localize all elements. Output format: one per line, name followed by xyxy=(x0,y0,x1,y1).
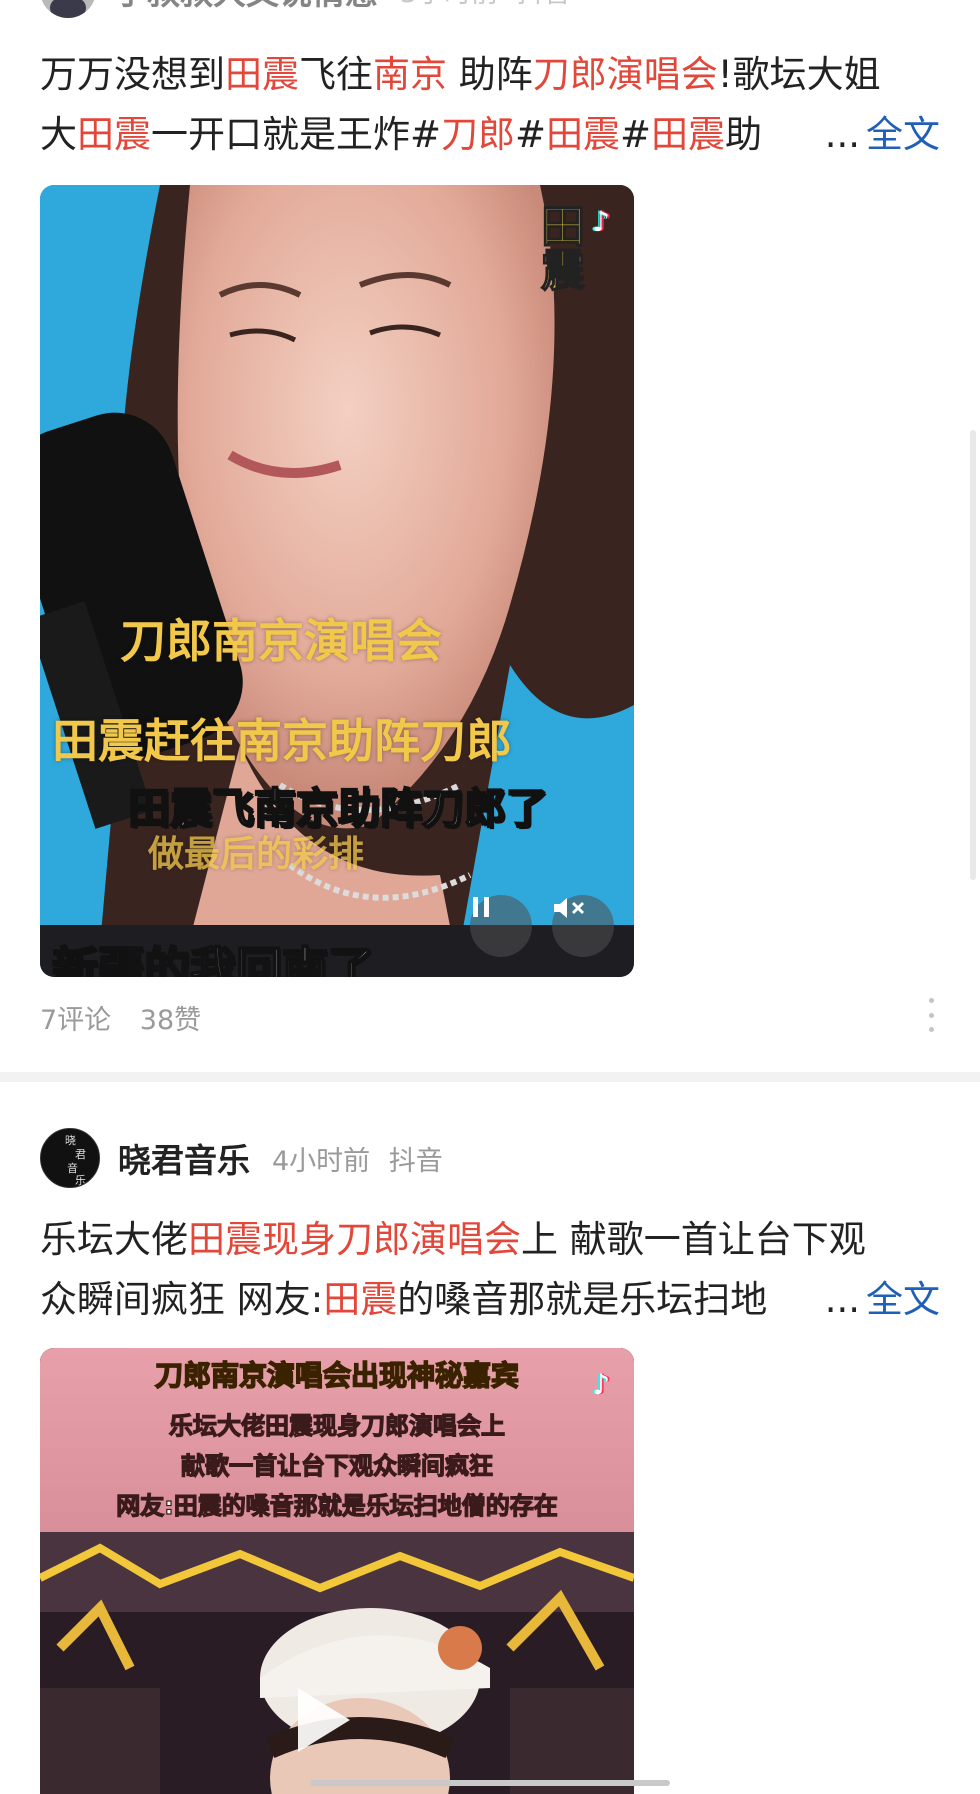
pause-button[interactable] xyxy=(470,895,532,957)
tiktok-logo-icon: ♪ xyxy=(592,205,610,238)
author-name[interactable]: 于叔叔大文说情感 xyxy=(114,0,378,14)
full-text-label[interactable]: 全文 xyxy=(866,113,940,156)
video-caption: 新疆的我回南了 xyxy=(51,941,375,977)
post-text-line: 大田震一开口就是王炸#刀郎#田震#田震助... 全文 xyxy=(40,105,940,165)
video-vertical-caption: 田震 xyxy=(532,202,585,292)
video-caption: 刀郎南京演唱会 xyxy=(120,614,442,668)
post-text-line: 乐坛大佬田震现身刀郎演唱会上 献歌一首让台下观 xyxy=(40,1210,940,1270)
text-segment: 飞往 xyxy=(299,53,373,96)
post-text[interactable]: 万万没想到田震飞往南京 助阵刀郎演唱会!歌坛大姐 大田震一开口就是王炸#刀郎#田… xyxy=(40,45,940,165)
avatar[interactable] xyxy=(40,0,96,18)
keyword-highlight[interactable]: 田震 xyxy=(651,113,725,156)
feed-post[interactable]: 于叔叔大文说情感 3小时前 抖音 万万没想到田震飞往南京 助阵刀郎演唱会!歌坛大… xyxy=(0,0,980,1070)
video-caption: 做最后的彩排 xyxy=(148,834,365,875)
banner-line: 乐坛大佬田震现身刀郎演唱会上 xyxy=(168,1411,505,1440)
avatar-text: 乐 xyxy=(75,1174,86,1187)
full-text-label[interactable]: 全文 xyxy=(866,1278,940,1321)
keyword-highlight[interactable]: 南京 xyxy=(373,53,447,96)
post-text[interactable]: 乐坛大佬田震现身刀郎演唱会上 献歌一首让台下观 众瞬间疯狂 网友:田震的嗓音那就… xyxy=(40,1210,940,1330)
banner-line: 网友:田震的嗓音那就是乐坛扫地僧的存在 xyxy=(116,1491,559,1520)
mute-button[interactable] xyxy=(552,895,614,957)
keyword-highlight[interactable]: 刀郎 xyxy=(441,113,515,156)
text-segment: 大 xyxy=(40,113,77,156)
post-text-line: 众瞬间疯狂 网友:田震的嗓音那就是乐坛扫地... 全文 xyxy=(40,1270,940,1330)
post-meta: 3小时前 抖音 xyxy=(400,0,571,10)
keyword-highlight[interactable]: 田震 xyxy=(225,53,299,96)
avatar-text: 晓 xyxy=(65,1134,76,1147)
ellipsis: ... xyxy=(824,1278,860,1321)
mute-icon xyxy=(554,898,585,918)
text-segment: 一开口就是王炸# xyxy=(151,113,442,156)
post-source: 抖音 xyxy=(388,1145,443,1177)
keyword-highlight[interactable]: 田震 xyxy=(77,113,151,156)
text-segment: 上 献歌一首让台下观 xyxy=(521,1218,866,1261)
text-segment: 助阵 xyxy=(447,53,533,96)
text-segment: 万万没想到 xyxy=(40,53,225,96)
video-caption: 田震赶往南京助阵刀郎 xyxy=(52,714,512,768)
video-player[interactable]: 田震 ♪ 刀郎南京演唱会 田震赶往南京助阵刀郎 田震飞南京助阵刀郎了 做最后的彩… xyxy=(40,185,634,977)
expand-full-text-link[interactable]: ... 全文 xyxy=(825,1270,940,1330)
expand-full-text-link[interactable]: ... 全文 xyxy=(825,105,940,165)
post-time: 3小时前 xyxy=(400,0,498,9)
banner-line: 献歌一首让台下观众瞬间疯狂 xyxy=(180,1451,493,1480)
post-meta: 4小时前 抖音 xyxy=(272,1139,443,1178)
text-segment: 乐坛大佬 xyxy=(40,1218,188,1261)
text-segment: 的嗓音那就是乐坛扫地 xyxy=(397,1278,768,1321)
play-icon[interactable] xyxy=(298,1688,350,1752)
keyword-highlight[interactable]: 田震现身刀郎演唱会 xyxy=(188,1218,521,1261)
author-name[interactable]: 晓君音乐 xyxy=(118,1134,250,1182)
video-player[interactable]: 刀郎南京演唱会出现神秘嘉宾 乐坛大佬田震现身刀郎演唱会上 献歌一首让台下观众瞬间… xyxy=(40,1348,634,1794)
post-header: 晓 君 音 乐 晓君音乐 4小时前 抖音 xyxy=(40,1128,443,1188)
post-header: 于叔叔大文说情感 3小时前 抖音 xyxy=(40,0,571,18)
post-time: 4小时前 xyxy=(272,1145,371,1177)
more-vertical-icon[interactable] xyxy=(926,998,936,1032)
pause-icon xyxy=(473,897,489,917)
avatar[interactable]: 晓 君 音 乐 xyxy=(40,1128,100,1188)
post-source: 抖音 xyxy=(517,0,571,9)
tiktok-logo-icon: ♪ xyxy=(592,1368,610,1401)
comment-count[interactable]: 7评论 xyxy=(40,1005,111,1036)
post-text-line: 万万没想到田震飞往南京 助阵刀郎演唱会!歌坛大姐 xyxy=(40,45,940,105)
like-count[interactable]: 38赞 xyxy=(140,1005,201,1036)
text-segment: 助 xyxy=(725,113,763,156)
text-segment: # xyxy=(515,113,547,156)
keyword-highlight[interactable]: 田震 xyxy=(323,1278,397,1321)
text-segment: !歌坛大姐 xyxy=(717,53,881,96)
ellipsis: ... xyxy=(824,113,860,156)
keyword-highlight[interactable]: 田震 xyxy=(546,113,620,156)
home-indicator[interactable] xyxy=(310,1780,670,1786)
scrollbar[interactable] xyxy=(970,430,976,880)
video-banner: 刀郎南京演唱会出现神秘嘉宾 乐坛大佬田震现身刀郎演唱会上 献歌一首让台下观众瞬间… xyxy=(40,1348,634,1532)
feed-divider xyxy=(0,1072,980,1082)
keyword-highlight[interactable]: 刀郎演唱会 xyxy=(533,53,718,96)
feed-post[interactable]: 晓 君 音 乐 晓君音乐 4小时前 抖音 乐坛大佬田震现身刀郎演唱会上 献歌一首… xyxy=(0,1082,980,1794)
avatar-text: 君 xyxy=(75,1148,86,1161)
text-segment: 众瞬间疯狂 网友: xyxy=(40,1278,324,1321)
banner-title: 刀郎南京演唱会出现神秘嘉宾 xyxy=(154,1358,520,1393)
text-segment: # xyxy=(620,113,652,156)
post-stats: 7评论 38赞 xyxy=(40,998,201,1037)
